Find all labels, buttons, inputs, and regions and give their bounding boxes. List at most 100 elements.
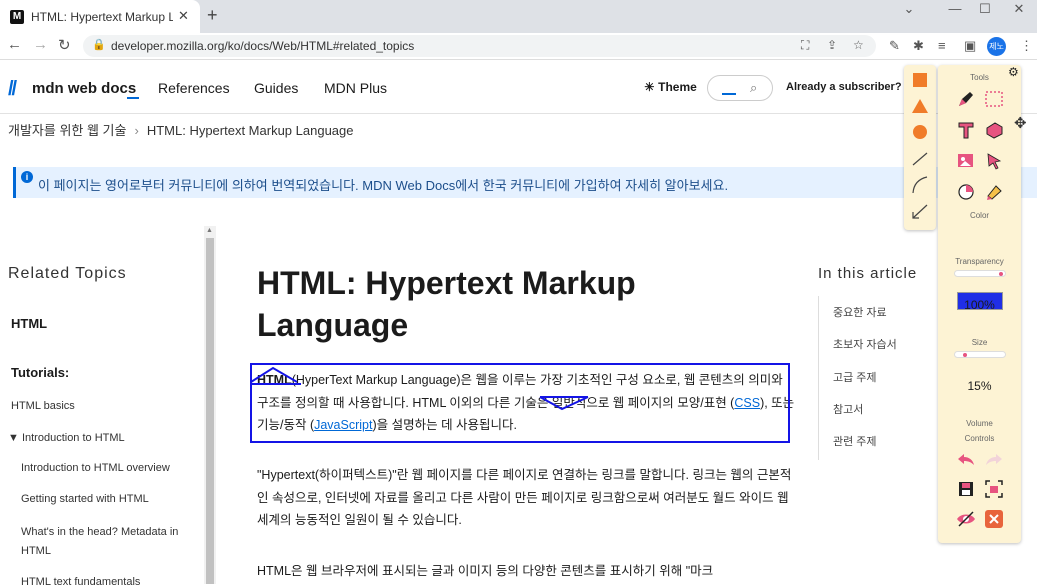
breadcrumb-item[interactable]: HTML: Hypertext Markup Language: [147, 123, 354, 138]
scroll-up-arrow-icon[interactable]: ▲: [206, 227, 213, 234]
extensions-puzzle-icon[interactable]: ✱: [913, 38, 924, 54]
pointer-tool-icon[interactable]: [983, 150, 1005, 172]
mdn-favicon-icon: M: [10, 10, 24, 24]
selection-tool-icon[interactable]: [983, 88, 1005, 110]
rectangle-shape-icon[interactable]: [913, 73, 927, 87]
nav-guides[interactable]: Guides: [254, 80, 298, 96]
mdn-logo-icon[interactable]: //: [8, 78, 17, 101]
volume-label: Volume: [966, 419, 993, 428]
sidebar-item-text-fundamentals[interactable]: HTML text fundamentals: [21, 576, 140, 588]
breadcrumb-separator-icon: ›: [134, 123, 139, 138]
move-handle-icon[interactable]: ✥: [1014, 114, 1027, 132]
lock-icon[interactable]: 🔒: [92, 38, 106, 51]
window-close-icon[interactable]: ✕: [1004, 1, 1034, 17]
breadcrumb: 개발자를 위한 웹 기술 › HTML: Hypertext Markup Lang…: [8, 120, 353, 139]
sidebar-item-html[interactable]: HTML: [11, 316, 47, 331]
mdn-header: // mdn web docs References Guides MDN Pl…: [0, 60, 1037, 114]
color-label: Color: [969, 211, 990, 220]
transparency-slider[interactable]: [954, 270, 1006, 277]
close-toolbar-icon[interactable]: [983, 508, 1005, 530]
line-shape-icon[interactable]: [912, 152, 928, 166]
sun-icon: ☀: [644, 80, 655, 94]
size-knob[interactable]: [963, 353, 968, 357]
reload-icon[interactable]: ↻: [58, 36, 71, 54]
extension-icon[interactable]: ✎: [889, 38, 900, 54]
tab-close-icon[interactable]: ✕: [178, 8, 189, 24]
sidebar-item-metadata-cont[interactable]: HTML: [21, 545, 51, 557]
profile-avatar[interactable]: 제노: [987, 37, 1006, 56]
circle-shape-icon[interactable]: [913, 125, 927, 139]
text-tool-icon[interactable]: [955, 119, 977, 141]
hypertext-paragraph: "Hypertext(하이퍼텍스트)"란 웹 페이지를 다른 페이지로 연결하는…: [257, 468, 792, 527]
info-icon: i: [21, 171, 33, 183]
redo-icon[interactable]: [983, 448, 1005, 470]
toc-item[interactable]: 관련 주제: [833, 433, 877, 449]
minimize-icon[interactable]: —: [940, 1, 970, 16]
bookmark-star-icon[interactable]: ☆: [853, 38, 864, 52]
toc-title: In this article: [818, 265, 918, 282]
new-tab-icon[interactable]: +: [207, 5, 218, 26]
tab-title: HTML: Hypertext Markup Langu: [31, 10, 173, 24]
share-icon[interactable]: ⇪: [827, 38, 837, 52]
toc-divider: [818, 296, 819, 460]
arrow-shape-icon[interactable]: [912, 204, 928, 219]
transparency-label: Transparency: [955, 257, 1004, 266]
sidebar-item-metadata[interactable]: What's in the head? Metadata in: [21, 526, 178, 538]
search-input[interactable]: ⌕: [707, 75, 773, 101]
highlighter-tool-icon[interactable]: [983, 119, 1005, 141]
nav-references[interactable]: References: [158, 80, 230, 96]
browser-tab[interactable]: M HTML: Hypertext Markup Langu ✕: [0, 0, 200, 33]
undo-icon[interactable]: [955, 448, 977, 470]
forward-icon[interactable]: →: [33, 36, 48, 53]
tab-search-chevron-icon[interactable]: ⌄: [894, 1, 924, 17]
fill-tool-icon[interactable]: [983, 181, 1005, 203]
search-caret: [722, 93, 736, 95]
notice-text[interactable]: 이 페이지는 영어로부터 커뮤니티에 의하여 번역되었습니다. MDN Web …: [38, 175, 728, 194]
search-icon[interactable]: ⌕: [750, 80, 757, 96]
sidebar-item-html-basics[interactable]: HTML basics: [11, 400, 75, 412]
toc-item[interactable]: 고급 주제: [833, 369, 877, 385]
html-display-paragraph: HTML은 웹 브라우저에 표시되는 글과 이미지 등의 다양한 콘텐츠를 표시…: [257, 564, 714, 578]
tool-panel: Tools Color Transparency 100% Size 15% V…: [938, 65, 1021, 543]
page-title-line: HTML: Hypertext Markup: [257, 265, 636, 301]
size-value: 15%: [967, 379, 992, 393]
nav-mdn-plus[interactable]: MDN Plus: [324, 80, 387, 96]
omnibox[interactable]: 🔒 developer.mozilla.org/ko/docs/Web/HTML…: [83, 35, 876, 57]
toc-item[interactable]: 중요한 자료: [833, 304, 887, 320]
subscriber-link[interactable]: Already a subscriber?: [786, 81, 902, 93]
eraser-tool-icon[interactable]: [955, 181, 977, 203]
sidebar-item-tutorials: Tutorials:: [11, 365, 70, 380]
back-icon[interactable]: ←: [7, 36, 22, 53]
sidebar-item-intro-overview[interactable]: Introduction to HTML overview: [21, 462, 170, 474]
save-icon[interactable]: [955, 478, 977, 500]
screenshot-icon[interactable]: [983, 478, 1005, 500]
annotation-stroke-v[interactable]: [536, 393, 596, 413]
logo-text[interactable]: mdn web docs: [32, 80, 136, 97]
sidebar-item-getting-started[interactable]: Getting started with HTML: [21, 493, 149, 505]
side-panel-icon[interactable]: ▣: [964, 38, 976, 54]
reading-list-icon[interactable]: ≡: [938, 38, 946, 53]
toc-item[interactable]: 초보자 자습서: [833, 336, 897, 352]
hide-eye-icon[interactable]: [955, 508, 977, 530]
browser-menu-icon[interactable]: ⋮: [1020, 38, 1033, 54]
image-tool-icon[interactable]: [955, 150, 977, 172]
sidebar-scroll-thumb[interactable]: [206, 238, 214, 584]
address-toolbar: ← → ↻ 🔒 developer.mozilla.org/ko/docs/We…: [0, 33, 1037, 60]
curve-shape-icon[interactable]: [912, 176, 928, 194]
translation-notice: i 이 페이지는 영어로부터 커뮤니티에 의하여 번역되었습니다. MDN We…: [13, 167, 1037, 198]
theme-label: Theme: [658, 80, 697, 94]
maximize-icon[interactable]: ☐: [970, 1, 1000, 17]
settings-gear-icon[interactable]: ⚙: [1008, 65, 1019, 79]
transparency-knob[interactable]: [999, 272, 1003, 276]
annotation-stroke-caret[interactable]: [245, 360, 325, 392]
translate-icon[interactable]: ⛶: [801, 38, 809, 53]
breadcrumb-item[interactable]: 개발자를 위한 웹 기술: [8, 123, 126, 138]
url-text[interactable]: developer.mozilla.org/ko/docs/Web/HTML#r…: [111, 39, 414, 53]
toc-item[interactable]: 참고서: [833, 401, 863, 417]
size-slider[interactable]: [954, 351, 1006, 358]
annotation-rectangle[interactable]: [250, 363, 790, 443]
pen-tool-icon[interactable]: [955, 88, 977, 110]
sidebar-item-intro-html[interactable]: ▼ Introduction to HTML: [8, 432, 125, 444]
triangle-shape-icon[interactable]: [912, 99, 928, 113]
theme-switcher[interactable]: ☀ Theme: [644, 80, 697, 94]
